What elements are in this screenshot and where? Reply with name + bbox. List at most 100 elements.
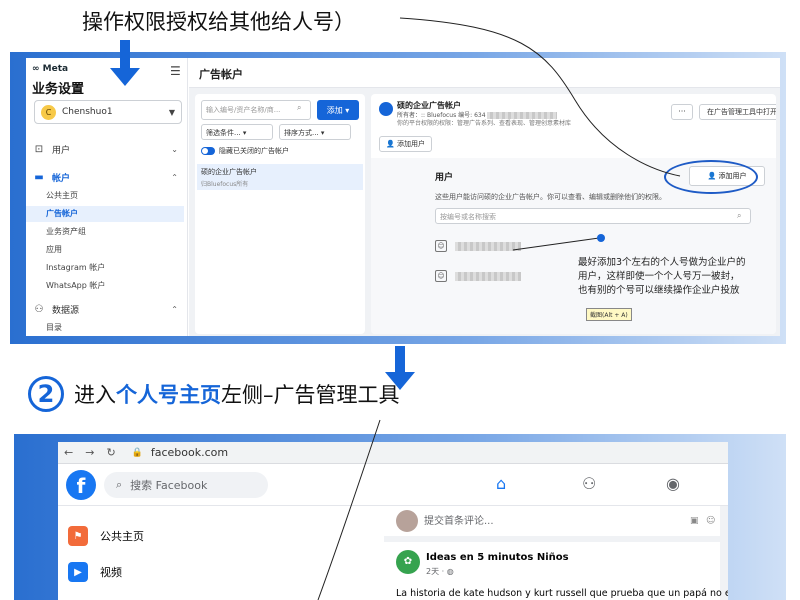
globe-icon: ◍	[446, 567, 454, 576]
add-button-label: 添加	[326, 105, 343, 115]
ad-account-list: 输入编号/资产名称/商... ⌕ 添加 ▾ 筛选条件... ▾ 排序方式... …	[195, 94, 365, 334]
chevron-up-icon: ⌃	[171, 172, 178, 182]
add-button[interactable]: 添加 ▾	[317, 100, 359, 120]
note-line-3: 也有别的个号可以继续操作企业户投放	[578, 285, 740, 296]
chevron-down-icon: ⌄	[171, 144, 178, 154]
forward-icon[interactable]: →	[85, 446, 94, 459]
step-number-badge: 2	[28, 376, 64, 412]
ad-account-icon	[379, 102, 393, 116]
highlight-circle	[664, 160, 758, 194]
business-settings-screenshot: ∞ Meta 业务设置 ☰ C Chenshuo1 ▼ ⊡ 用户 ⌄ ▬ 帐户 …	[10, 52, 786, 344]
toggle-switch[interactable]	[201, 147, 215, 155]
friends-icon[interactable]: ⚇	[582, 474, 596, 493]
nav-users[interactable]: ⊡ 用户 ⌄	[26, 140, 188, 158]
note-line-1: 最好添加3个左右的个人号做为企业户的	[578, 257, 746, 268]
step2-text: 进入个人号主页左侧–广告管理工具	[74, 379, 400, 409]
hide-closed-toggle-row[interactable]: 隐藏已关闭的广告帐户	[201, 146, 289, 156]
left-nav-pages[interactable]: ⚑ 公共主页	[68, 526, 144, 546]
account-name: Chenshuo1	[62, 107, 113, 117]
more-button[interactable]: ···	[671, 104, 693, 120]
sort-label: 排序方式...	[284, 129, 319, 137]
list-item-owner: 归Bluefocus所有	[201, 181, 249, 188]
post-author[interactable]: Ideas en 5 minutos Niños	[426, 552, 569, 563]
sticker-icon[interactable]: ▣	[690, 516, 699, 526]
left-nav-video-label: 视频	[100, 566, 122, 579]
avatar	[396, 510, 418, 532]
user-row[interactable]: ☺	[435, 240, 521, 252]
open-in-ads-manager-button[interactable]: 在广告管理工具中打开	[699, 104, 776, 120]
nav-data-sources[interactable]: ⚇ 数据源 ⌃	[26, 300, 188, 318]
detail-permission-line: 你的平台权限的权限：管理广告系列、查看表现、管理创意素材库	[397, 120, 572, 127]
post-time-text: 2天 ·	[426, 567, 447, 576]
ad-account-detail: 硕的企业广告帐户 所有者：:: Bluefocus 编号: 634 你的平台权限…	[371, 94, 776, 334]
reload-icon[interactable]: ↻	[106, 446, 115, 459]
data-sources-icon: ⚇	[34, 303, 44, 315]
home-icon[interactable]: ⌂	[496, 474, 506, 493]
user-search-input[interactable]: 按编号或名称搜索	[435, 208, 751, 224]
ad-accounts-header: 广告帐户	[199, 68, 243, 81]
annotation-note: 最好添加3个左右的个人号做为企业户的 用户，这样即使一个个人号万一被封， 也有别…	[578, 256, 746, 298]
sub-asset-groups[interactable]: 业务资产组	[26, 224, 184, 240]
comment-input[interactable]: 提交首条评论...	[424, 512, 494, 527]
toggle-label: 隐藏已关闭的广告帐户	[219, 147, 289, 155]
sub-instagram[interactable]: Instagram 帐户	[26, 260, 184, 276]
sub-ad-accounts[interactable]: 广告帐户	[26, 206, 184, 222]
redacted-user-name	[455, 271, 521, 281]
nav-accounts[interactable]: ▬ 帐户 ⌃	[26, 168, 188, 186]
add-user-top-button[interactable]: 👤 添加用户	[379, 136, 432, 152]
search-icon: ⌕	[116, 478, 123, 491]
post-text: La historia de kate hudson y kurt russel…	[396, 588, 728, 599]
sub-pages[interactable]: 公共主页	[26, 188, 184, 204]
step2-highlight: 个人号主页	[116, 383, 221, 407]
user-row[interactable]: ☺	[435, 270, 521, 282]
account-avatar: C	[41, 104, 56, 120]
asset-search-input[interactable]: 输入编号/资产名称/商...	[201, 100, 311, 120]
facebook-header: f ⌕ 搜索 Facebook ⌂ ⚇ ◉	[58, 464, 728, 529]
business-sidebar: ∞ Meta 业务设置 ☰ C Chenshuo1 ▼ ⊡ 用户 ⌄ ▬ 帐户 …	[26, 58, 188, 336]
comment-box[interactable]: 提交首条评论... ▣ ☺	[384, 506, 720, 536]
chevron-up-icon: ⌃	[171, 304, 178, 314]
users-title: 用户	[435, 173, 454, 183]
sort-dropdown[interactable]: 排序方式... ▾	[279, 124, 351, 140]
facebook-logo-icon[interactable]: f	[66, 470, 96, 500]
screenshot-tooltip: 截图(Alt + A)	[586, 308, 632, 321]
user-card-icon: ☺	[435, 270, 447, 282]
tutorial-image: 操作权限授权给其他给人号） ∞ Meta 业务设置 ☰ C Chenshuo1 …	[0, 0, 800, 600]
filter-dropdown[interactable]: 筛选条件... ▾	[201, 124, 273, 140]
hamburger-icon[interactable]: ☰	[170, 64, 181, 78]
list-item-ad-account[interactable]: 硕的企业广告帐户 归Bluefocus所有	[197, 164, 363, 190]
flag-icon: ⚑	[68, 526, 88, 546]
back-icon[interactable]: ←	[64, 446, 73, 459]
add-user-top-label: 添加用户	[396, 140, 425, 148]
step2-pre: 进入	[74, 383, 116, 407]
groups-icon[interactable]: ◉	[666, 474, 680, 493]
account-selector[interactable]: C Chenshuo1 ▼	[34, 100, 182, 124]
business-topbar: 广告帐户	[189, 58, 780, 88]
sub-whatsapp[interactable]: WhatsApp 帐户	[26, 278, 184, 294]
caret-down-icon: ▼	[168, 107, 175, 117]
step2-caption: 2 进入个人号主页左侧–广告管理工具	[28, 376, 400, 412]
nav-users-label: 用户	[52, 145, 71, 156]
facebook-search-input[interactable]: ⌕ 搜索 Facebook	[104, 472, 268, 498]
left-nav-video[interactable]: ▶ 视频	[68, 562, 122, 582]
facebook-feed: 提交首条评论... ▣ ☺ ✿ Ideas en 5 minutos Niños…	[384, 506, 728, 600]
filter-label: 筛选条件...	[206, 129, 241, 137]
address-bar[interactable]: 🔒 facebook.com	[132, 446, 228, 459]
down-arrow-2	[385, 346, 415, 392]
step2-post: 左侧–广告管理工具	[221, 383, 400, 407]
lock-icon: 🔒	[131, 447, 143, 458]
nav-accounts-label: 帐户	[52, 173, 71, 184]
list-item-name: 硕的企业广告帐户	[201, 168, 257, 176]
facebook-left-nav: ⚑ 公共主页 ▶ 视频	[58, 506, 378, 600]
emoji-icon[interactable]: ☺	[706, 516, 715, 526]
page-avatar[interactable]: ✿	[396, 550, 420, 574]
meta-logo: ∞ Meta	[32, 64, 69, 74]
browser-toolbar: ← → ↻ 🔒 facebook.com	[58, 442, 728, 464]
sub-catalog[interactable]: 目录	[26, 320, 184, 336]
url-text: facebook.com	[150, 446, 229, 459]
search-icon: ⌕	[737, 211, 742, 220]
nav-data-sources-label: 数据源	[52, 305, 80, 316]
sub-apps[interactable]: 应用	[26, 242, 184, 258]
facebook-screenshot: ← → ↻ 🔒 facebook.com f ⌕ 搜索 Facebook ⌂ ⚇…	[14, 434, 786, 600]
video-icon: ▶	[68, 562, 88, 582]
